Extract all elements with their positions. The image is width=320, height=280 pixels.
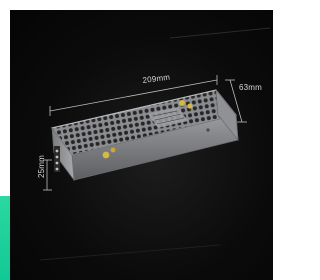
internal-component <box>110 147 116 153</box>
internal-capacitor <box>179 100 185 106</box>
background-streak <box>39 244 221 261</box>
internal-component <box>102 151 110 159</box>
product-image-frame: 209mm 63mm 25mm <box>0 0 273 280</box>
height-dimension-label: 25mm <box>37 154 46 178</box>
mounting-screw <box>206 128 210 132</box>
power-supply-illustration <box>39 27 271 261</box>
terminal-block <box>54 146 60 172</box>
background-streak <box>169 27 271 39</box>
product-photo: 209mm 63mm 25mm <box>10 10 273 280</box>
depth-dimension-label: 63mm <box>239 83 263 92</box>
internal-capacitor <box>187 103 193 109</box>
power-supply-body <box>50 88 239 182</box>
